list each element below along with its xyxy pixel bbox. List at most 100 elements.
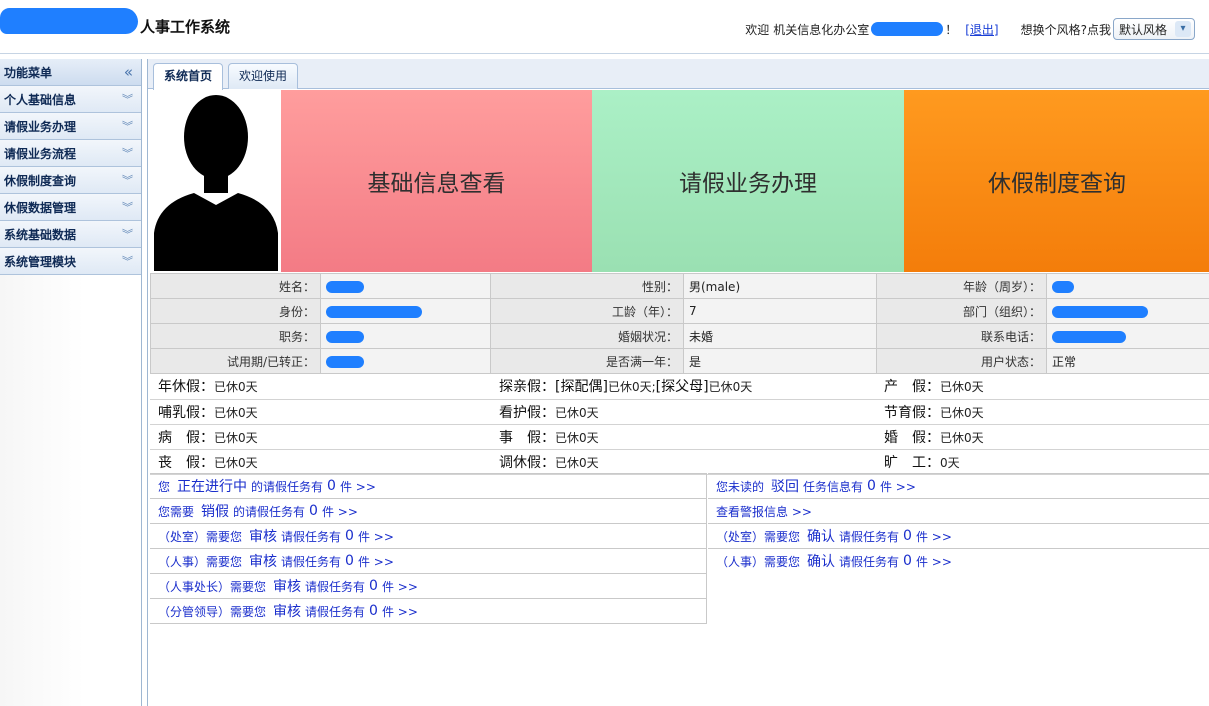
identity-label: 身份：	[150, 298, 321, 324]
logout-link[interactable]: [退出]	[965, 21, 998, 38]
expand-icon: ︾	[122, 174, 133, 187]
family-leave-cell: 探亲假：[探配偶]已休0天;[探父母]已休0天	[491, 374, 876, 400]
task-rejected-link[interactable]: 您未读的 驳回 任务信息有 0 件 >>	[708, 473, 1209, 498]
personal-info-table: 姓名： 性别： 男(male) 年龄（周岁）： 身份： 工龄（年）： 7 部门（…	[150, 273, 1209, 374]
expand-icon: ︾	[122, 255, 133, 268]
sidebar-item-policy[interactable]: 休假制度查询 ︾	[0, 167, 141, 194]
task-office-confirm-link[interactable]: （处室）需要您 确认 请假任务有 0 件 >>	[708, 523, 1209, 548]
task-list-right: 您未读的 驳回 任务信息有 0 件 >> 查看警报信息 >> （处室）需要您 确认 请假任务…	[708, 473, 1209, 573]
welcome-text: 欢迎	[745, 22, 770, 37]
leave-quota-table: 年休假：已休0天 探亲假：[探配偶]已休0天;[探父母]已休0天 产 假：已休0…	[150, 374, 1209, 475]
table-row: 职务： 婚姻状况： 未婚 联系电话：	[150, 323, 1209, 349]
sidebar-item-label: 休假制度查询	[4, 173, 77, 188]
probation-label: 试用期/已转正：	[150, 348, 321, 374]
care-leave-cell: 看护假：已休0天	[491, 399, 876, 425]
probation-value	[320, 348, 491, 374]
alert-info-link[interactable]: 查看警报信息 >>	[708, 498, 1209, 523]
status-label: 用户状态：	[876, 348, 1047, 374]
sick-leave-cell: 病 假：已休0天	[150, 424, 491, 450]
expand-icon: ︾	[122, 201, 133, 214]
planning-leave-cell: 节育假：已休0天	[876, 399, 1209, 425]
table-row: 试用期/已转正： 是否满一年： 是 用户状态： 正常	[150, 348, 1209, 374]
avatar-icon	[154, 95, 278, 271]
tile-leave-handling[interactable]: 请假业务办理	[592, 90, 904, 272]
sidebar-header: 功能菜单 «	[0, 59, 141, 86]
sidebar-item-label: 个人基础信息	[4, 92, 77, 107]
task-cancel-leave-link[interactable]: 您需要 销假 的请假任务有 0 件 >>	[150, 498, 706, 523]
sidebar-item-leave-data[interactable]: 休假数据管理 ︾	[0, 194, 141, 221]
expand-icon: ︾	[122, 228, 133, 241]
sidebar-item-label: 休假数据管理	[4, 200, 77, 215]
dept-label: 部门（组织）：	[876, 298, 1047, 324]
tile-leave-policy[interactable]: 休假制度查询	[904, 90, 1209, 272]
sidebar-item-label: 系统基础数据	[4, 227, 77, 242]
annual-leave-cell: 年休假：已休0天	[150, 374, 491, 400]
task-office-review-link[interactable]: （处室）需要您 审核 请假任务有 0 件 >>	[150, 523, 706, 548]
marital-label: 婚姻状况：	[490, 323, 684, 349]
table-row: 身份： 工龄（年）： 7 部门（组织）：	[150, 298, 1209, 324]
status-value: 正常	[1046, 348, 1209, 374]
seniority-label: 工龄（年）：	[490, 298, 684, 324]
tab-home[interactable]: 系统首页	[153, 63, 224, 90]
age-label: 年龄（周岁）：	[876, 273, 1047, 299]
style-select-value: 默认风格	[1119, 22, 1168, 37]
redacted-org-name	[0, 8, 138, 34]
task-hr-confirm-link[interactable]: （人事）需要您 确认 请假任务有 0 件 >>	[708, 548, 1209, 573]
expand-icon: ︾	[122, 93, 133, 106]
tab-welcome[interactable]: 欢迎使用	[228, 63, 299, 89]
table-row: 病 假：已休0天 事 假：已休0天 婚 假：已休0天	[150, 424, 1209, 450]
name-label: 姓名：	[150, 273, 321, 299]
tab-bar: 系统首页 欢迎使用	[148, 59, 1209, 90]
funeral-leave-cell: 丧 假：已休0天	[150, 449, 491, 475]
chevron-down-icon: ▾	[1175, 21, 1191, 37]
table-row: 丧 假：已休0天 调休假：已休0天 旷 工：0天	[150, 449, 1209, 475]
sidebar-item-leave-flow[interactable]: 请假业务流程 ︾	[0, 140, 141, 167]
table-row: 姓名： 性别： 男(male) 年龄（周岁）：	[150, 273, 1209, 299]
duty-value	[320, 323, 491, 349]
exclaim-mark: ！	[945, 22, 958, 37]
sidebar-item-base-data[interactable]: 系统基础数据 ︾	[0, 221, 141, 248]
dept-value	[1046, 298, 1209, 324]
gender-value: 男(male)	[683, 273, 877, 299]
nursing-leave-cell: 哺乳假：已休0天	[150, 399, 491, 425]
comp-leave-cell: 调休假：已休0天	[491, 449, 876, 475]
app-title: 人事工作系统	[140, 18, 231, 36]
tile-basic-info[interactable]: 基础信息查看	[281, 90, 592, 272]
over-year-label: 是否满一年：	[490, 348, 684, 374]
redacted-user-name	[871, 22, 944, 36]
office-name: 机关信息化办公室	[773, 22, 870, 37]
absent-cell: 旷 工：0天	[876, 449, 1209, 475]
phone-label: 联系电话：	[876, 323, 1047, 349]
identity-value	[320, 298, 491, 324]
personal-leave-cell: 事 假：已休0天	[491, 424, 876, 450]
task-hr-review-link[interactable]: （人事）需要您 审核 请假任务有 0 件 >>	[150, 548, 706, 573]
duty-label: 职务：	[150, 323, 321, 349]
seniority-value: 7	[683, 298, 877, 324]
header-user-area: 欢迎 机关信息化办公室 ！ [退出] 想换个风格?点我 默认风格 ▾	[745, 18, 1195, 40]
sidebar-item-leave-handling[interactable]: 请假业务办理 ︾	[0, 113, 141, 140]
expand-icon: ︾	[122, 147, 133, 160]
style-select[interactable]: 默认风格 ▾	[1113, 18, 1195, 40]
sidebar-item-personal-info[interactable]: 个人基础信息 ︾	[0, 86, 141, 113]
task-in-progress-link[interactable]: 您正在进行中 的请假任务有 0 件 >>	[150, 473, 706, 498]
sidebar-title: 功能菜单	[4, 65, 53, 80]
main-content: 系统首页 欢迎使用 基础信息查看 请假业务办理 休假制度查询 姓名： 性别： 男…	[147, 59, 1209, 706]
style-prompt: 想换个风格?点我	[1020, 22, 1111, 37]
table-row: 哺乳假：已休0天 看护假：已休0天 节育假：已休0天	[150, 399, 1209, 425]
name-value	[320, 273, 491, 299]
sidebar-item-system-admin[interactable]: 系统管理模块 ︾	[0, 248, 141, 275]
task-leader-review-link[interactable]: （分管领导）需要您 审核 请假任务有 0 件 >>	[150, 598, 706, 623]
phone-value	[1046, 323, 1209, 349]
sidebar-item-label: 请假业务办理	[4, 119, 77, 134]
sidebar-item-label: 请假业务流程	[4, 146, 77, 161]
task-hr-director-review-link[interactable]: （人事处长）需要您 审核 请假任务有 0 件 >>	[150, 573, 706, 598]
collapse-sidebar-icon[interactable]: «	[124, 63, 133, 81]
sidebar: 功能菜单 « 个人基础信息 ︾ 请假业务办理 ︾ 请假业务流程 ︾ 休假制度查询…	[0, 59, 142, 706]
expand-icon: ︾	[122, 120, 133, 133]
marriage-leave-cell: 婚 假：已休0天	[876, 424, 1209, 450]
task-list-left: 您正在进行中 的请假任务有 0 件 >> 您需要 销假 的请假任务有 0 件 >> （处室）需…	[150, 473, 707, 624]
gender-label: 性别：	[490, 273, 684, 299]
age-value	[1046, 273, 1209, 299]
table-row: 年休假：已休0天 探亲假：[探配偶]已休0天;[探父母]已休0天 产 假：已休0…	[150, 374, 1209, 400]
over-year-value: 是	[683, 348, 877, 374]
